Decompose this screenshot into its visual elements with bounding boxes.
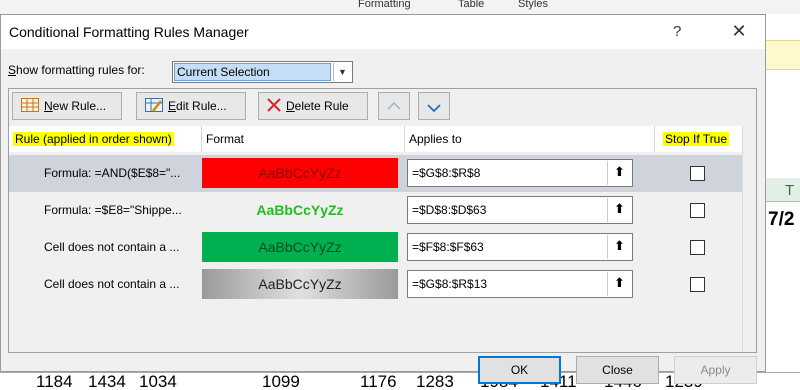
show-rules-dropdown[interactable]: Current Selection ▼	[172, 61, 353, 83]
applies-to-field[interactable]: =$G$8:$R$8 ⬆	[407, 159, 633, 187]
delete-rule-text: elete Rule	[294, 99, 349, 113]
applies-to-value: =$G$8:$R$8	[412, 166, 481, 180]
rules-list-scrollbar[interactable]	[742, 126, 756, 352]
applies-to-value: =$D$8:$D$63	[412, 203, 487, 217]
show-label-text: how formatting rules for:	[16, 63, 145, 77]
applies-to-field[interactable]: =$F$8:$F$63 ⬆	[407, 233, 633, 261]
ribbon-styles-item[interactable]: Styles	[518, 0, 548, 10]
edit-rule-text: dit Rule...	[176, 99, 227, 113]
applies-to-field[interactable]: =$D$8:$D$63 ⬆	[407, 196, 633, 224]
close-icon[interactable]: ✕	[726, 19, 752, 45]
range-select-icon[interactable]: ⬆	[607, 235, 631, 259]
column-letter: T	[785, 182, 795, 199]
range-select-icon[interactable]: ⬆	[607, 198, 631, 222]
edit-rule-label: Edit Rule...	[168, 99, 227, 113]
column-header-rule: Rule (applied in order shown)	[9, 126, 202, 152]
show-rules-label: Show formatting rules for:	[8, 63, 145, 77]
sheet-yellow-band	[766, 40, 800, 70]
rule-row[interactable]: Formula: =AND($E$8="... AaBbCcYyZz =$G$8…	[9, 155, 742, 192]
chevron-down-icon	[427, 102, 441, 116]
stop-if-true-checkbox[interactable]	[690, 166, 705, 181]
applies-to-value: =$G$8:$R$13	[412, 277, 488, 291]
sheet-date-fragment: 7/2	[768, 209, 795, 230]
new-rule-button[interactable]: New Rule...	[12, 92, 122, 120]
rules-manager-dialog: Conditional Formatting Rules Manager ? ✕…	[0, 14, 766, 384]
applies-to-field[interactable]: =$G$8:$R$13 ⬆	[407, 270, 633, 298]
new-rule-accelerator: N	[44, 99, 53, 113]
rule-row[interactable]: Formula: =$E8="Shippe... AaBbCcYyZz =$D$…	[9, 192, 742, 229]
chevron-down-icon[interactable]: ▼	[333, 63, 351, 81]
column-header-stop-if-true: Stop If True	[655, 126, 742, 152]
dialog-title: Conditional Formatting Rules Manager	[9, 24, 249, 40]
applies-to-value: =$F$8:$F$63	[412, 240, 484, 254]
column-header-rule-text: Rule (applied in order shown)	[13, 132, 174, 146]
rules-table-header: Rule (applied in order shown) Format App…	[9, 126, 742, 152]
sheet-cell[interactable]: 1283	[416, 372, 454, 390]
move-down-button[interactable]	[418, 92, 450, 120]
edit-rule-accelerator: E	[168, 99, 177, 113]
rule-description: Cell does not contain a ...	[44, 277, 180, 291]
sheet-right-area	[766, 14, 800, 390]
rule-description: Cell does not contain a ...	[44, 240, 180, 254]
column-header-format: Format	[202, 126, 405, 152]
column-header-stop-text: Stop If True	[663, 132, 730, 146]
format-preview: AaBbCcYyZz	[202, 158, 398, 188]
ribbon-table-item[interactable]: Table	[458, 0, 484, 10]
delete-icon	[267, 97, 281, 115]
title-bar[interactable]: Conditional Formatting Rules Manager ? ✕	[1, 15, 765, 49]
help-button[interactable]: ?	[673, 23, 681, 40]
column-header-applies-to: Applies to	[405, 126, 655, 152]
delete-rule-label: Delete Rule	[286, 99, 349, 113]
ok-button[interactable]: OK	[478, 356, 561, 384]
sheet-cell[interactable]: 1184	[36, 372, 73, 390]
delete-rule-accelerator: D	[286, 99, 295, 113]
new-rule-label: New Rule...	[44, 99, 106, 113]
excel-ribbon-background: Formatting Table Styles	[0, 0, 800, 14]
edit-rule-icon	[145, 97, 163, 115]
new-rule-text: ew Rule...	[52, 99, 107, 113]
ribbon-formatting-item[interactable]: Formatting	[358, 0, 411, 10]
format-preview: AaBbCcYyZz	[202, 269, 398, 299]
rules-panel: New Rule... Edit Rule... Delete Rule Rul…	[8, 88, 757, 353]
stop-if-true-checkbox[interactable]	[690, 277, 705, 292]
stop-if-true-checkbox[interactable]	[690, 240, 705, 255]
show-label-accelerator: S	[8, 63, 17, 77]
rule-description: Formula: =AND($E$8="...	[44, 166, 181, 180]
sheet-cell[interactable]: 1434	[88, 372, 126, 390]
sheet-cell[interactable]: 1099	[262, 372, 300, 390]
show-rules-selected-value: Current Selection	[174, 63, 331, 81]
format-preview: AaBbCcYyZz	[202, 232, 398, 262]
range-select-icon[interactable]: ⬆	[607, 161, 631, 185]
range-select-icon[interactable]: ⬆	[607, 272, 631, 296]
sheet-cell[interactable]: 1176	[360, 372, 397, 390]
rule-row[interactable]: Cell does not contain a ... AaBbCcYyZz =…	[9, 266, 742, 303]
sheet-cell[interactable]: 1034	[139, 372, 177, 390]
stop-if-true-checkbox[interactable]	[690, 203, 705, 218]
close-button[interactable]: Close	[576, 356, 659, 384]
apply-button[interactable]: Apply	[674, 356, 757, 384]
rule-row[interactable]: Cell does not contain a ... AaBbCcYyZz =…	[9, 229, 742, 266]
new-rule-icon	[21, 97, 39, 115]
sheet-column-header[interactable]: T	[766, 178, 800, 202]
delete-rule-button[interactable]: Delete Rule	[258, 92, 368, 120]
move-up-button[interactable]	[378, 92, 410, 120]
chevron-up-icon	[387, 100, 401, 114]
rule-description: Formula: =$E8="Shippe...	[44, 203, 182, 217]
format-preview: AaBbCcYyZz	[256, 202, 344, 218]
edit-rule-button[interactable]: Edit Rule...	[136, 92, 246, 120]
